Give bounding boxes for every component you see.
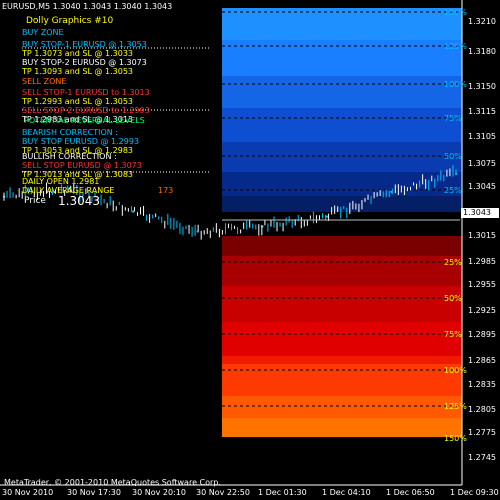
- y-axis-label: 1.2775: [468, 428, 496, 437]
- sell-zone-label: SELL ZONE: [22, 77, 67, 86]
- bullish-title: BULLISH CORRECTION :: [22, 152, 117, 161]
- reversal-label: POTENTIAL REVERSAL LEVELS: [24, 116, 145, 125]
- x-axis-label: 30 Nov 2010: [2, 488, 54, 497]
- y-axis-label: 1.3180: [468, 47, 496, 56]
- buy-zone-band: [222, 142, 462, 172]
- buy-stop2-tp: TP 1.3093 and SL @ 1.3053: [22, 67, 133, 76]
- buy-stop1-tp: TP 1.3073 and SL @ 1.3033: [22, 49, 133, 58]
- chart-window[interactable]: EURUSD,M5 1.3040 1.3043 1.3040 1.3043 Do…: [0, 0, 500, 500]
- y-axis-label: 1.3105: [468, 132, 496, 141]
- x-axis-label: 1 Dec 09:30: [450, 488, 499, 497]
- y-axis-label: 1.2865: [468, 356, 496, 365]
- sell-zone-band: [222, 236, 462, 256]
- sell-stop2-line: SELL STOP-2 EURUSD to 1.2993: [22, 106, 150, 115]
- buy-stop2-line: BUY STOP-2 EURUSD @ 1.3073: [22, 58, 147, 67]
- daily-range-value: 173: [158, 186, 174, 195]
- x-axis-label: 30 Nov 22:50: [196, 488, 250, 497]
- y-axis-label: 1.3210: [468, 17, 496, 26]
- buy-zone-band: [222, 8, 462, 40]
- upper-level-label: 150%: [444, 8, 467, 17]
- upper-level-label: 25%: [444, 186, 462, 195]
- copyright: MetaTrader, © 2001-2010 MetaQuotes Softw…: [4, 478, 221, 487]
- buy-zone-band: [222, 108, 462, 142]
- sell-zone-band: [222, 286, 462, 322]
- sell-zone-band: [222, 396, 462, 418]
- daily-open: DAILY OPEN 1.2981: [22, 177, 100, 186]
- bullish-sell: SELL STOP EURUSD @ 1.3073: [22, 161, 142, 170]
- price-value: 1.3043: [58, 194, 100, 208]
- y-axis-label: 1.2745: [468, 453, 496, 462]
- buy-zone-band: [222, 40, 462, 76]
- y-axis-label: 1.2805: [468, 405, 496, 414]
- y-axis-label: 1.2895: [468, 330, 496, 339]
- lower-level-label: 50%: [444, 294, 462, 303]
- x-axis-label: 1 Dec 01:30: [258, 488, 307, 497]
- lower-level-label: 25%: [444, 258, 462, 267]
- panel-header: Dolly Graphics #10: [26, 16, 114, 26]
- y-axis-label: 1.3045: [468, 182, 496, 191]
- window-title: EURUSD,M5 1.3040 1.3043 1.3040 1.3043: [2, 2, 173, 11]
- sell-stop1-line: SELL STOP-1 EURUSD to 1.3013: [22, 88, 150, 97]
- y-axis-label: 1.3150: [468, 82, 496, 91]
- y-axis-label: 1.3015: [468, 231, 496, 240]
- buy-zone-band: [222, 76, 462, 108]
- upper-level-label: 125%: [444, 42, 467, 51]
- y-axis-label: 1.2985: [468, 257, 496, 266]
- buy-zone-label: BUY ZONE: [22, 28, 64, 37]
- bearish-title: BEARISH CORRECTION :: [22, 128, 118, 137]
- current-price-marker: 1.3043: [461, 208, 499, 218]
- y-axis-label: 1.2955: [468, 280, 496, 289]
- sell-zone-band: [222, 418, 462, 437]
- upper-level-label: 75%: [444, 114, 462, 123]
- x-axis-label: 30 Nov 17:30: [67, 488, 121, 497]
- y-axis-label: 1.3115: [468, 107, 496, 116]
- upper-level-label: 50%: [444, 152, 462, 161]
- price-label: Price: [24, 196, 46, 206]
- y-axis-label: 1.3075: [468, 159, 496, 168]
- lower-level-label: 75%: [444, 330, 462, 339]
- y-axis-label: 1.2925: [468, 306, 496, 315]
- x-axis-label: 30 Nov 20:10: [132, 488, 186, 497]
- sell-zone-band: [222, 256, 462, 286]
- sell-zone-band: [222, 322, 462, 356]
- lower-level-label: 150%: [444, 434, 467, 443]
- lower-level-label: 125%: [444, 402, 467, 411]
- y-axis-label: 1.2835: [468, 380, 496, 389]
- sell-zone-band: [222, 356, 462, 364]
- x-axis-label: 1 Dec 06:50: [386, 488, 435, 497]
- buy-zone-band: [222, 196, 462, 212]
- x-axis-label: 1 Dec 04:10: [322, 488, 371, 497]
- sell-zone-band: [222, 364, 462, 396]
- upper-level-label: 100%: [444, 80, 467, 89]
- buy-stop1-line: BUY STOP-1 EURUSD @ 1.3053: [22, 40, 147, 49]
- bearish-buy: BUY STOP EURUSD @ 1.2993: [22, 137, 140, 146]
- lower-level-label: 100%: [444, 366, 467, 375]
- sell-stop1-tp: TP 1.2993 and SL @ 1.3053: [22, 97, 133, 106]
